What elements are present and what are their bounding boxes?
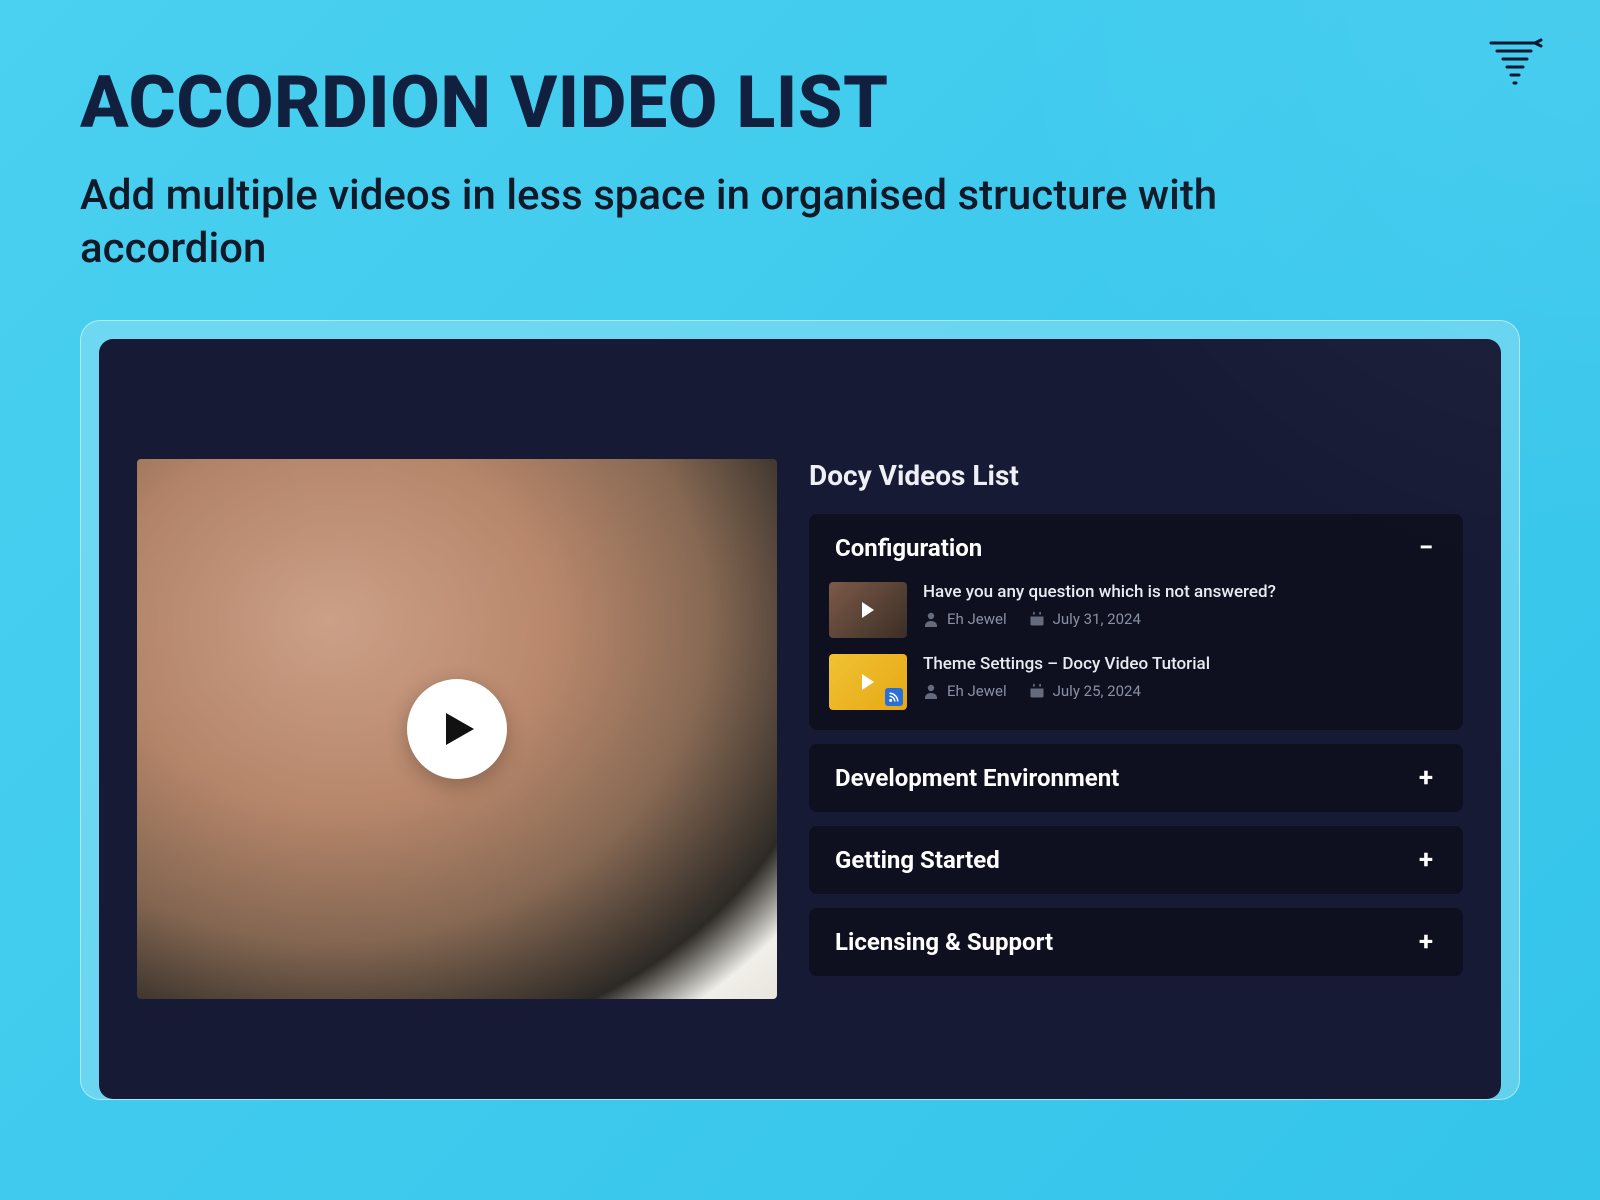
play-icon [862, 602, 874, 618]
calendar-icon [1029, 611, 1045, 627]
plus-icon: + [1415, 765, 1437, 791]
video-player[interactable] [137, 459, 777, 999]
play-icon [862, 674, 874, 690]
accordion-body-configuration: Have you any question which is not answe… [809, 582, 1463, 730]
accordion-header-development-environment[interactable]: Development Environment + [809, 744, 1463, 812]
accordion-title: Configuration [835, 534, 982, 562]
accordion-item-development-environment: Development Environment + [809, 744, 1463, 812]
plus-icon: + [1415, 847, 1437, 873]
rss-icon [885, 688, 903, 706]
accordion-item-licensing-support: Licensing & Support + [809, 908, 1463, 976]
accordion-title: Licensing & Support [835, 928, 1053, 956]
video-author: Eh Jewel [923, 682, 1007, 700]
accordion: Configuration − Have you any question wh… [809, 514, 1463, 976]
accordion-item-configuration: Configuration − Have you any question wh… [809, 514, 1463, 730]
video-title: Theme Settings – Docy Video Tutorial [923, 654, 1210, 674]
video-date-value: July 31, 2024 [1053, 610, 1141, 628]
showcase-frame: Docy Videos List Configuration − [80, 320, 1520, 1100]
video-author-name: Eh Jewel [947, 610, 1007, 628]
accordion-item-getting-started: Getting Started + [809, 826, 1463, 894]
video-list-title: Docy Videos List [809, 459, 1463, 492]
page-title: ACCORDION VIDEO LIST [80, 65, 1600, 141]
video-date-value: July 25, 2024 [1053, 682, 1141, 700]
video-thumbnail [829, 654, 907, 710]
user-icon [923, 683, 939, 699]
video-item[interactable]: Have you any question which is not answe… [829, 582, 1443, 638]
showcase-panel: Docy Videos List Configuration − [99, 339, 1501, 1099]
video-thumbnail [829, 582, 907, 638]
video-item[interactable]: Theme Settings – Docy Video Tutorial Eh … [829, 654, 1443, 710]
accordion-header-getting-started[interactable]: Getting Started + [809, 826, 1463, 894]
video-author-name: Eh Jewel [947, 682, 1007, 700]
play-icon [446, 713, 474, 745]
user-icon [923, 611, 939, 627]
page-subtitle: Add multiple videos in less space in org… [80, 169, 1230, 277]
accordion-header-configuration[interactable]: Configuration − [809, 514, 1463, 582]
video-date: July 31, 2024 [1029, 610, 1141, 628]
minus-icon: − [1415, 535, 1437, 561]
calendar-icon [1029, 683, 1045, 699]
video-author: Eh Jewel [923, 610, 1007, 628]
video-date: July 25, 2024 [1029, 682, 1141, 700]
play-button[interactable] [407, 679, 507, 779]
brand-logo [1487, 35, 1545, 93]
accordion-title: Getting Started [835, 846, 1000, 874]
video-title: Have you any question which is not answe… [923, 582, 1276, 602]
accordion-title: Development Environment [835, 764, 1119, 792]
plus-icon: + [1415, 929, 1437, 955]
accordion-header-licensing-support[interactable]: Licensing & Support + [809, 908, 1463, 976]
